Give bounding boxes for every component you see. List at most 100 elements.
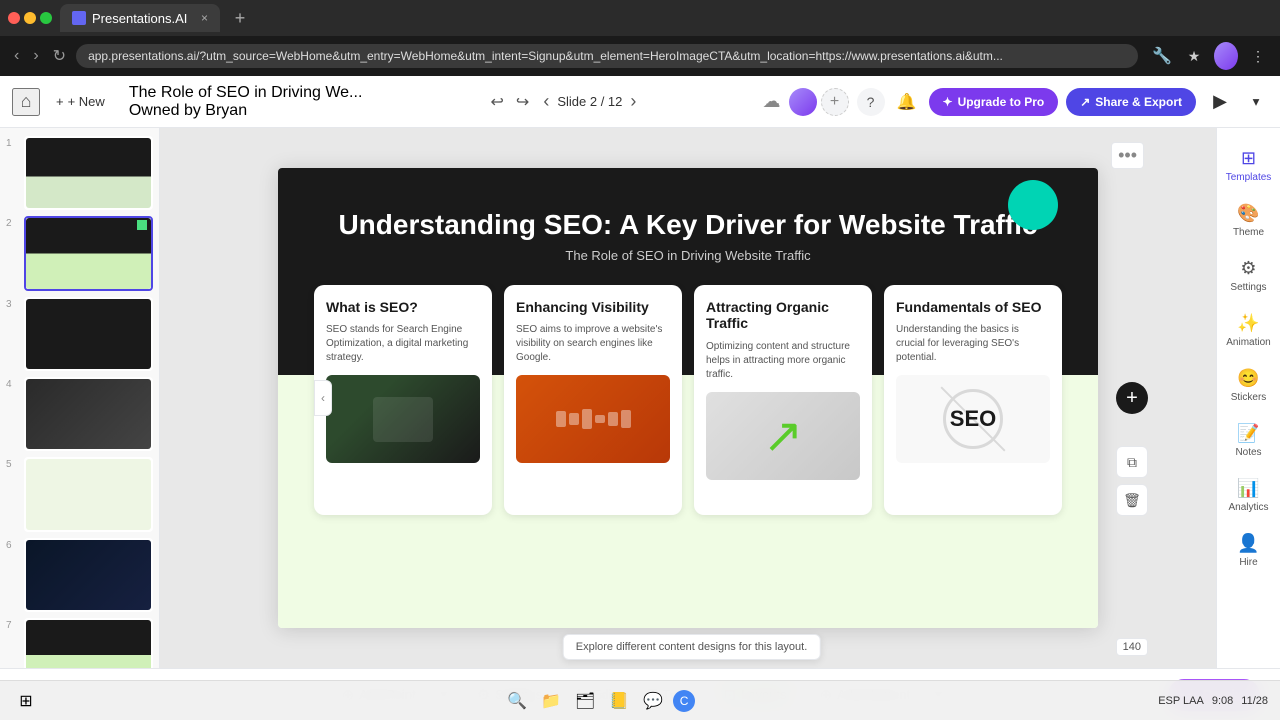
add-collaborator-button[interactable]: + [821, 88, 849, 116]
sidebar-item-stickers[interactable]: 😊 Stickers [1221, 360, 1277, 411]
extensions-icon[interactable]: 🔧 [1150, 44, 1174, 68]
cloud-save-button[interactable]: ☁ [763, 91, 781, 112]
forward-button[interactable]: › [29, 43, 42, 69]
play-dropdown-button[interactable]: ▾ [1244, 90, 1268, 114]
slide-number-7: 7 [6, 618, 20, 631]
new-label: + New [68, 94, 105, 109]
bookmark-icon[interactable]: ★ [1182, 44, 1206, 68]
back-button[interactable]: ‹ [10, 43, 23, 69]
slide-thumbnail-3[interactable]: 3 [6, 297, 153, 371]
sidebar-item-notes[interactable]: 📝 Notes [1221, 415, 1277, 466]
document-title: The Role of SEO in Driving We... [129, 84, 363, 102]
browser-avatar [1214, 42, 1238, 70]
card-3-desc: Optimizing content and structure helps i… [706, 340, 860, 382]
taskbar-date: 11/28 [1241, 695, 1268, 707]
window-controls[interactable] [8, 12, 52, 24]
taskbar-chrome[interactable]: C [673, 690, 695, 712]
undo-button[interactable]: ↩ [487, 88, 508, 116]
slide-preview-6 [26, 540, 151, 610]
start-button[interactable]: ⊞ [12, 687, 40, 715]
slide-thumbnail-5[interactable]: 5 [6, 457, 153, 531]
card-2[interactable]: Enhancing Visibility SEO aims to improve… [504, 285, 682, 515]
browser-tab[interactable]: Presentations.AI × [60, 4, 220, 32]
notifications-button[interactable]: 🔔 [893, 88, 921, 116]
home-button[interactable]: ⌂ [12, 88, 40, 116]
slide-thumbnail-2[interactable]: 2 [6, 216, 153, 290]
prev-slide-button[interactable]: ‹ [541, 89, 551, 114]
slide-number-4: 4 [6, 377, 20, 390]
new-tab-button[interactable]: + [228, 6, 252, 30]
close-window-button[interactable] [8, 12, 20, 24]
slide-thumbnail-1[interactable]: 1 [6, 136, 153, 210]
slide-image-6 [24, 538, 153, 612]
slide-count-badge: 140 [1116, 638, 1148, 656]
slide-subtitle: The Role of SEO in Driving Website Traff… [318, 248, 1058, 263]
slide-preview-3 [26, 299, 151, 369]
copy-button[interactable]: ⧉ [1116, 446, 1148, 478]
taskbar-notes[interactable]: 📒 [605, 687, 633, 715]
upgrade-button[interactable]: ✦ Upgrade to Pro [929, 88, 1059, 116]
slide-preview-1 [26, 138, 151, 208]
card-1-desc: SEO stands for Search Engine Optimizatio… [326, 323, 480, 365]
tab-title: Presentations.AI [92, 11, 187, 26]
sidebar-item-settings[interactable]: ⚙ Settings [1221, 250, 1277, 301]
arrow-icon: ↗ [763, 408, 803, 464]
slide-image-7 [24, 618, 153, 668]
sidebar-item-stickers-label: Stickers [1231, 392, 1267, 403]
sidebar-item-templates[interactable]: ⊞ Templates [1221, 140, 1277, 191]
add-slide-element-button[interactable]: + [1116, 382, 1148, 414]
slide-title: Understanding SEO: A Key Driver for Webs… [318, 208, 1058, 242]
stickers-icon: 😊 [1237, 368, 1259, 389]
sidebar-item-animation-label: Animation [1226, 337, 1270, 348]
undo-redo-group: ↩ ↪ [487, 88, 534, 116]
taskbar-language: ESP LAA [1158, 695, 1204, 707]
canvas-more-options[interactable]: ••• [1111, 142, 1144, 169]
maximize-window-button[interactable] [40, 12, 52, 24]
address-bar: ‹ › ↻ 🔧 ★ ⋮ [0, 36, 1280, 76]
slide-image-5 [24, 457, 153, 531]
next-slide-button[interactable]: › [628, 89, 638, 114]
taskbar-files[interactable]: 📁 [537, 687, 565, 715]
panel-toggle-button[interactable]: ‹ [314, 380, 332, 416]
taskbar-explorer[interactable]: 🗂 [571, 687, 599, 715]
new-button[interactable]: + + New [48, 89, 113, 114]
slide-thumbnail-7[interactable]: 7 [6, 618, 153, 668]
play-button[interactable]: ▶ [1204, 86, 1236, 118]
card-4[interactable]: Fundamentals of SEO Understanding the ba… [884, 285, 1062, 515]
slide-preview-7 [26, 620, 151, 668]
sidebar-item-theme[interactable]: 🎨 Theme [1221, 195, 1277, 246]
help-button[interactable]: ? [857, 88, 885, 116]
delete-button[interactable]: 🗑 [1116, 484, 1148, 516]
canvas-action-buttons: ⧉ 🗑 [1116, 446, 1148, 516]
upgrade-label: Upgrade to Pro [958, 95, 1045, 109]
slide-preview-2 [26, 218, 151, 288]
minimize-window-button[interactable] [24, 12, 36, 24]
document-owner: Owned by Bryan [129, 102, 363, 120]
taskbar-search[interactable]: 🔍 [503, 687, 531, 715]
sidebar-item-settings-label: Settings [1230, 282, 1266, 293]
card-3-title: Attracting Organic Traffic [706, 299, 860, 333]
more-options-icon[interactable]: ⋮ [1246, 44, 1270, 68]
sidebar-item-animation[interactable]: ✨ Animation [1221, 305, 1277, 356]
card-3[interactable]: Attracting Organic Traffic Optimizing co… [694, 285, 872, 515]
share-export-button[interactable]: ↗ Share & Export [1066, 88, 1196, 116]
slide-thumbnail-6[interactable]: 6 [6, 538, 153, 612]
user-avatar[interactable] [789, 88, 817, 116]
profile-icon[interactable] [1214, 44, 1238, 68]
slide-number-6: 6 [6, 538, 20, 551]
tab-close-icon[interactable]: × [201, 11, 208, 25]
url-input[interactable] [76, 44, 1138, 68]
slide-preview-4 [26, 379, 151, 449]
slide-thumbnail-4[interactable]: 4 [6, 377, 153, 451]
sidebar-item-analytics[interactable]: 📊 Analytics [1221, 470, 1277, 521]
document-title-area: The Role of SEO in Driving We... Owned b… [129, 84, 363, 120]
card-1[interactable]: What is SEO? SEO stands for Search Engin… [314, 285, 492, 515]
redo-button[interactable]: ↪ [512, 88, 533, 116]
card-1-image [326, 375, 480, 463]
taskbar-slack[interactable]: 💬 [639, 687, 667, 715]
sidebar-item-hire[interactable]: 👤 Hire [1221, 525, 1277, 576]
refresh-button[interactable]: ↻ [49, 42, 70, 70]
taskbar-center: 🔍 📁 🗂 📒 💬 C [503, 687, 695, 715]
share-icon: ↗ [1080, 95, 1090, 109]
card-2-desc: SEO aims to improve a website's visibili… [516, 323, 670, 365]
